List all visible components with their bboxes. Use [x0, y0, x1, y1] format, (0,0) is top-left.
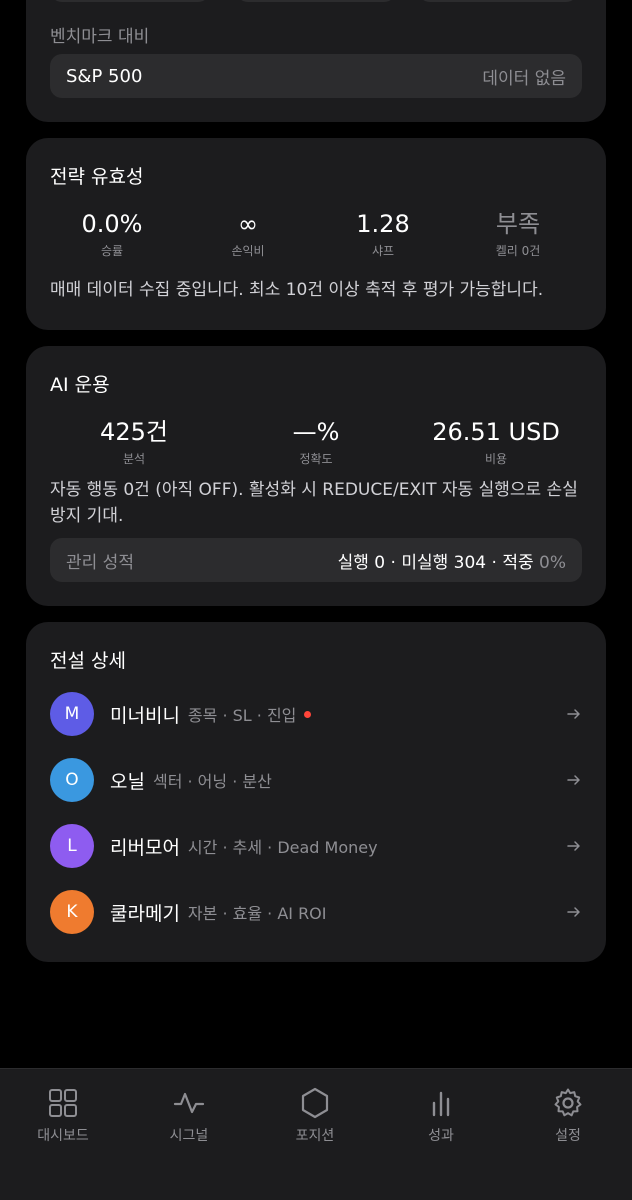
arrow-right-icon — [567, 907, 580, 917]
stat-label: 손익비 — [231, 244, 265, 258]
stat-pill — [50, 0, 210, 2]
stat-pill — [236, 0, 396, 2]
tab-dashboard[interactable]: 대시보드 — [13, 1087, 113, 1145]
avatar: O — [50, 758, 94, 802]
stat-value: 0.0% — [81, 210, 143, 238]
tab-label: 포지션 — [295, 1128, 335, 1144]
management-label: 관리 성적 — [66, 552, 134, 573]
legend-details-card: 전설 상세 M 미너비니 종목 · SL · 진입 O 오닐 섹터 · 어닝 ·… — [26, 622, 606, 962]
benchmark-name: S&P 500 — [66, 65, 143, 87]
tab-performance[interactable]: 성과 — [391, 1087, 491, 1145]
pulse-icon — [173, 1092, 205, 1114]
bottom-tab-bar: 대시보드 시그널 포지션 성과 설정 — [0, 1068, 632, 1200]
legend-name: 쿨라메기 — [110, 902, 180, 925]
stat-label: 승률 — [100, 244, 124, 258]
win-rate-stat: 0.0% 승률 — [52, 208, 172, 259]
stat-label: 샤프 — [371, 244, 395, 258]
legend-row-livermore[interactable]: L 리버모어 시간 · 추세 · Dead Money — [50, 824, 582, 868]
card-title: 전설 상세 — [50, 650, 126, 672]
benchmark-row[interactable]: S&P 500 데이터 없음 — [50, 54, 582, 98]
tab-settings[interactable]: 설정 — [518, 1087, 618, 1145]
stat-label: 분석 — [122, 452, 146, 466]
kelly-stat: 부족 켈리 0건 — [458, 208, 578, 259]
ai-operations-card: AI 운용 425건 분석 —% 정확도 26.51 USD 비용 자동 행동 … — [26, 346, 606, 606]
benchmark-value: 데이터 없음 — [482, 68, 566, 89]
management-performance-row[interactable]: 관리 성적 실행 0 · 미실행 304 · 적중 0% — [50, 538, 582, 582]
legend-row-oneil[interactable]: O 오닐 섹터 · 어닝 · 분산 — [50, 758, 582, 802]
legend-row-qullamaggie[interactable]: K 쿨라메기 자본 · 효율 · AI ROI — [50, 890, 582, 934]
alert-dot-icon — [304, 710, 312, 718]
gear-icon — [554, 1088, 582, 1117]
analysis-count-stat: 425건 분석 — [74, 416, 194, 467]
benchmark-section-label: 벤치마크 대비 — [50, 27, 150, 47]
management-hit-rate: 0% — [539, 552, 566, 573]
avatar: K — [50, 890, 94, 934]
legend-name: 미너비니 — [110, 704, 180, 727]
cost-stat: 26.51 USD 비용 — [421, 416, 571, 467]
benchmark-card: 벤치마크 대비 S&P 500 데이터 없음 — [26, 0, 606, 122]
card-title: AI 운용 — [50, 374, 110, 396]
stat-value: ∞ — [238, 210, 258, 238]
tab-label: 성과 — [428, 1128, 454, 1144]
avatar: L — [50, 824, 94, 868]
stat-value: 425건 — [100, 418, 168, 446]
management-value: 실행 0 · 미실행 304 · 적중 0% — [338, 548, 566, 573]
strategy-validity-card: 전략 유효성 0.0% 승률 ∞ 손익비 1.28 샤프 부족 켈리 0건 매매… — [26, 138, 606, 330]
tab-label: 설정 — [555, 1128, 581, 1144]
arrow-right-icon — [567, 841, 580, 851]
legend-row-minervini[interactable]: M 미너비니 종목 · SL · 진입 — [50, 692, 582, 736]
stat-pill — [418, 0, 578, 2]
tab-position[interactable]: 포지션 — [265, 1087, 365, 1145]
arrow-right-icon — [567, 709, 580, 719]
stat-label: 비용 — [484, 452, 508, 466]
legend-tags: 자본 · 효율 · AI ROI — [187, 904, 327, 923]
screen: 벤치마크 대비 S&P 500 데이터 없음 전략 유효성 0.0% 승률 ∞ … — [0, 0, 632, 1200]
stat-value: 부족 — [495, 210, 541, 238]
card-title: 전략 유효성 — [50, 166, 144, 188]
strategy-note: 매매 데이터 수집 중입니다. 최소 10건 이상 축적 후 평가 가능합니다. — [50, 280, 544, 300]
legend-tags: 시간 · 추세 · Dead Money — [187, 838, 378, 857]
ai-note: 자동 행동 0건 (아직 OFF). 활성화 시 REDUCE/EXIT 자동 … — [50, 480, 578, 526]
management-counts: 실행 0 · 미실행 304 · 적중 — [337, 552, 534, 573]
profit-loss-ratio-stat: ∞ 손익비 — [188, 208, 308, 259]
stat-label: 켈리 0건 — [495, 244, 541, 258]
legend-name: 오닐 — [110, 770, 145, 793]
grid-icon — [49, 1089, 77, 1117]
sharpe-stat: 1.28 샤프 — [323, 208, 443, 259]
stat-value: 1.28 — [356, 210, 410, 238]
stat-label: 정확도 — [299, 452, 333, 466]
stat-value: 26.51 USD — [432, 418, 560, 446]
arrow-right-icon — [567, 775, 580, 785]
accuracy-stat: —% 정확도 — [256, 416, 376, 467]
legend-tags: 섹터 · 어닝 · 분산 — [152, 772, 272, 791]
avatar: M — [50, 692, 94, 736]
hexagon-icon — [301, 1087, 329, 1119]
legend-name: 리버모어 — [110, 836, 180, 859]
tab-signal[interactable]: 시그널 — [139, 1087, 239, 1145]
tab-label: 대시보드 — [37, 1128, 89, 1144]
legend-tags: 종목 · SL · 진입 — [187, 706, 297, 725]
tab-label: 시그널 — [169, 1128, 209, 1144]
bar-chart-icon — [432, 1091, 450, 1117]
stat-value: —% — [292, 418, 340, 446]
